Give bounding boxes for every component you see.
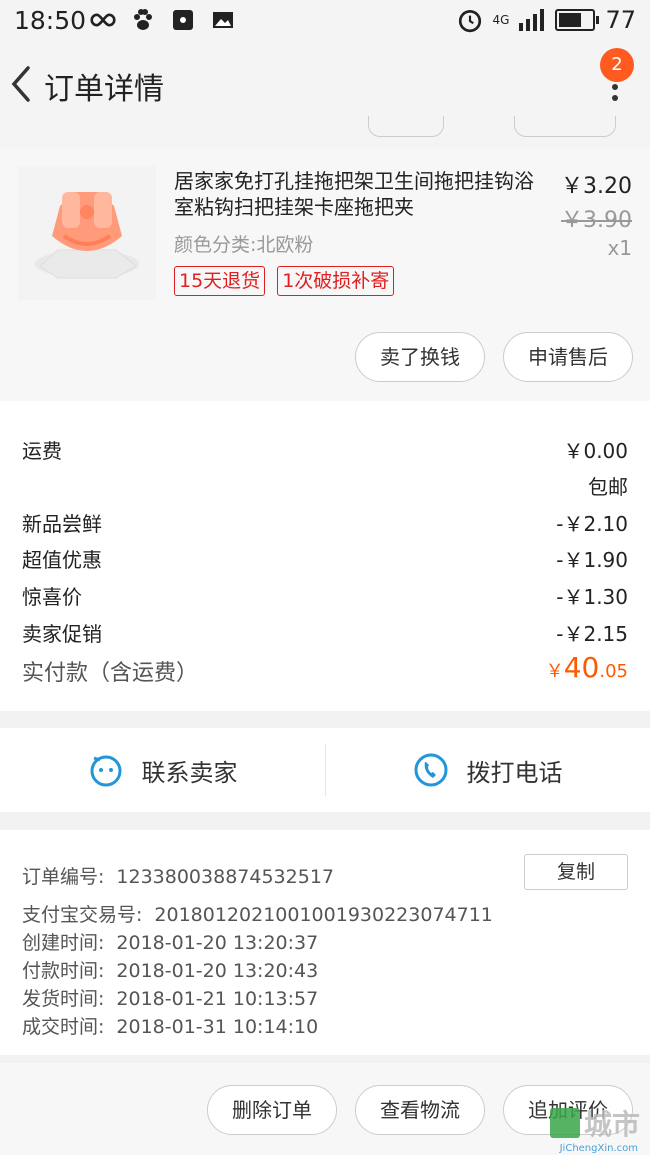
order-number-label: 订单编号: <box>22 866 105 888</box>
status-bar: 18:50 4G 77 <box>0 0 650 42</box>
copy-button[interactable]: 复制 <box>524 854 628 890</box>
alipay-number-row: 支付宝交易号: 2018012021001001930223074711 <box>22 900 493 927</box>
watermark-url: JiChengXin.com <box>559 1143 638 1154</box>
fee-value: -￥2.15 <box>556 622 628 646</box>
network-type: 4G <box>492 13 510 27</box>
created-time-value: 2018-01-20 13:20:37 <box>116 932 319 954</box>
delete-order-button[interactable]: 删除订单 <box>207 1085 337 1135</box>
order-number-value: 123380038874532517 <box>116 866 334 888</box>
total-decimal: .05 <box>599 661 628 682</box>
fee-row: 新品尝鲜 -￥2.10 <box>22 508 628 537</box>
fee-label: 超值优惠 <box>22 548 102 572</box>
completed-time-value: 2018-01-31 10:14:10 <box>116 1016 319 1038</box>
total-label: 实付款（含运费） <box>22 661 199 686</box>
completed-time-row: 成交时间: 2018-01-31 10:14:10 <box>22 1012 318 1039</box>
fee-value: -￥1.90 <box>556 548 628 572</box>
image-icon <box>213 12 233 28</box>
back-arrow-icon[interactable] <box>8 62 38 106</box>
partial-buttons-strip <box>0 116 650 148</box>
product-sku: 颜色分类:北欧粉 <box>174 234 314 256</box>
fee-label: 新品尝鲜 <box>22 512 102 536</box>
view-logistics-button[interactable]: 查看物流 <box>355 1085 485 1135</box>
contact-section: 联系卖家 拨打电话 <box>0 728 650 812</box>
notification-badge: 2 <box>600 48 634 82</box>
resell-button[interactable]: 卖了换钱 <box>355 332 485 382</box>
bottom-action-bar: 删除订单 查看物流 追加评价 城市 <box>0 1063 650 1155</box>
contact-seller-button[interactable]: 联系卖家 <box>0 728 325 812</box>
battery-icon <box>555 9 600 31</box>
paid-time-row: 付款时间: 2018-01-20 13:20:43 <box>22 956 318 983</box>
signal-icon <box>519 9 545 31</box>
status-notification-icons <box>90 8 236 32</box>
call-phone-label: 拨打电话 <box>466 758 563 787</box>
fee-value: ￥0.00 <box>563 439 628 463</box>
free-shipping-note: 包邮 <box>588 475 628 499</box>
product-quantity: x1 <box>607 236 632 260</box>
total-integer: 40 <box>563 651 600 684</box>
fee-row: 卖家促销 -￥2.15 <box>22 618 628 647</box>
shipped-time-label: 发货时间: <box>22 988 105 1010</box>
fee-value: -￥2.10 <box>556 512 628 536</box>
partial-button[interactable] <box>514 116 616 137</box>
fee-label: 惊喜价 <box>22 585 82 609</box>
partial-button[interactable] <box>368 116 444 137</box>
order-number-row: 订单编号: 123380038874532517 <box>22 862 334 889</box>
fee-row: 超值优惠 -￥1.90 <box>22 544 628 573</box>
total-currency: ￥ <box>545 661 564 682</box>
total-row: 实付款（含运费） ￥40.05 <box>22 651 628 687</box>
chat-smiley-icon <box>90 755 121 787</box>
watermark-logo <box>549 1108 580 1138</box>
watermark: 城市 <box>549 1103 640 1143</box>
wifi-hotspot-icon <box>173 10 193 30</box>
shipped-time-value: 2018-01-21 10:13:57 <box>116 988 319 1010</box>
product-title[interactable]: 居家家免打孔挂拖把架卫生间拖把挂钩浴室粘钩扫把挂架卡座拖把夹 <box>174 168 550 220</box>
service-tags: 15天退货 1次破损补寄 <box>174 266 395 296</box>
after-sale-button[interactable]: 申请售后 <box>503 332 633 382</box>
call-phone-button[interactable]: 拨打电话 <box>325 728 650 812</box>
fee-label: 运费 <box>22 439 62 463</box>
order-info-section: 订单编号: 123380038874532517 复制 支付宝交易号: 201801… <box>0 830 650 1055</box>
phone-icon <box>414 753 447 787</box>
fee-label: 卖家促销 <box>22 622 102 646</box>
product-original-price: ￥3.90 <box>561 208 632 233</box>
created-time-row: 创建时间: 2018-01-20 13:20:37 <box>22 928 318 955</box>
watermark-text: 城市 <box>583 1108 640 1141</box>
product-card[interactable]: 居家家免打孔挂拖把架卫生间拖把挂钩浴室粘钩扫把挂架卡座拖把夹 颜色分类:北欧粉 … <box>0 148 650 401</box>
paw-icon <box>134 9 152 30</box>
alarm-icon <box>458 9 481 33</box>
fee-row: 惊喜价 -￥1.30 <box>22 581 628 610</box>
status-right: 4G 77 <box>457 6 636 34</box>
fee-value: -￥1.30 <box>556 585 628 609</box>
alipay-number-value: 2018012021001001930223074711 <box>154 904 493 926</box>
tag-damage: 1次破损补寄 <box>277 266 395 296</box>
alipay-number-label: 支付宝交易号: <box>22 904 143 926</box>
contact-seller-label: 联系卖家 <box>141 758 238 787</box>
status-time: 18:50 <box>14 6 87 35</box>
completed-time-label: 成交时间: <box>22 1016 105 1038</box>
tag-return: 15天退货 <box>174 266 266 296</box>
battery-level: 77 <box>605 6 636 34</box>
total-amount: ￥40.05 <box>546 651 628 684</box>
header: 订单详情 2 <box>0 42 650 126</box>
product-image[interactable] <box>18 166 156 300</box>
product-price: ￥3.20 <box>561 174 632 199</box>
paid-time-value: 2018-01-20 13:20:43 <box>116 960 319 982</box>
infinity-icon <box>90 13 116 27</box>
fees-section: 运费 ￥0.00 包邮 新品尝鲜 -￥2.10 超值优惠 -￥1.90 惊喜价 … <box>0 401 650 711</box>
page-title: 订单详情 <box>44 72 164 107</box>
shipped-time-row: 发货时间: 2018-01-21 10:13:57 <box>22 984 318 1011</box>
fee-row-shipping: 运费 ￥0.00 <box>22 435 628 464</box>
paid-time-label: 付款时间: <box>22 960 105 982</box>
created-time-label: 创建时间: <box>22 932 105 954</box>
